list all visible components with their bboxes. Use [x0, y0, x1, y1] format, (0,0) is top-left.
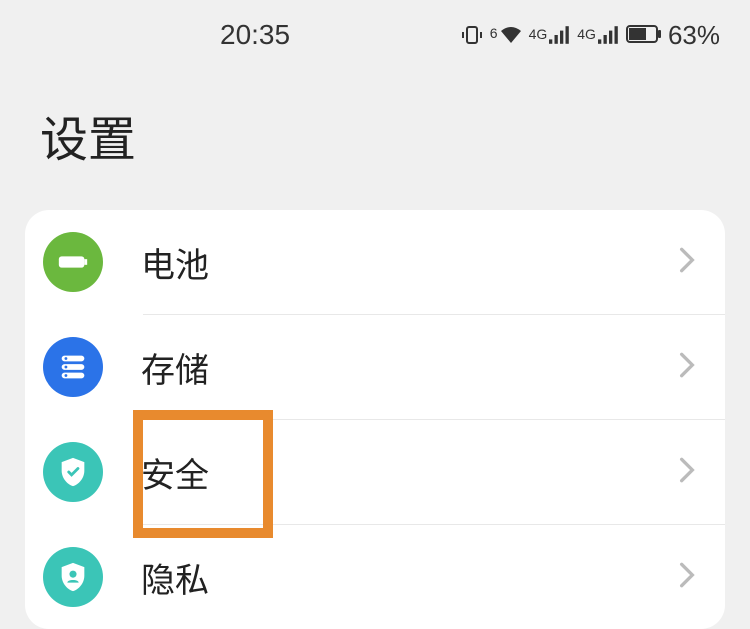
battery-icon [626, 20, 662, 51]
chevron-right-icon [679, 246, 695, 279]
settings-item-storage[interactable]: 存储 [25, 315, 725, 419]
page-title: 设置 [0, 70, 750, 210]
battery-percent: 63% [668, 20, 720, 51]
item-label: 存储 [141, 343, 679, 392]
chevron-right-icon [679, 561, 695, 594]
chevron-right-icon [679, 351, 695, 384]
settings-item-privacy[interactable]: 隐私 [25, 525, 725, 629]
vibrate-icon [460, 23, 484, 47]
signal-2: 4G [577, 26, 620, 44]
settings-item-battery[interactable]: 电池 [25, 210, 725, 314]
shield-icon [43, 442, 103, 502]
storage-icon [43, 337, 103, 397]
status-right: 6 4G 4G [460, 20, 720, 51]
settings-list: 电池 存储 [25, 210, 725, 629]
item-label: 电池 [141, 238, 679, 287]
item-label: 隐私 [141, 553, 679, 602]
status-time: 20:35 [220, 19, 290, 51]
chevron-right-icon [679, 456, 695, 489]
item-label: 安全 [141, 448, 679, 497]
privacy-icon [43, 547, 103, 607]
status-bar: 20:35 6 4G 4G [0, 0, 750, 70]
settings-item-security[interactable]: 安全 [25, 420, 725, 524]
signal-1: 4G [529, 26, 572, 44]
wifi-icon: 6 [490, 25, 523, 45]
battery-icon [43, 232, 103, 292]
